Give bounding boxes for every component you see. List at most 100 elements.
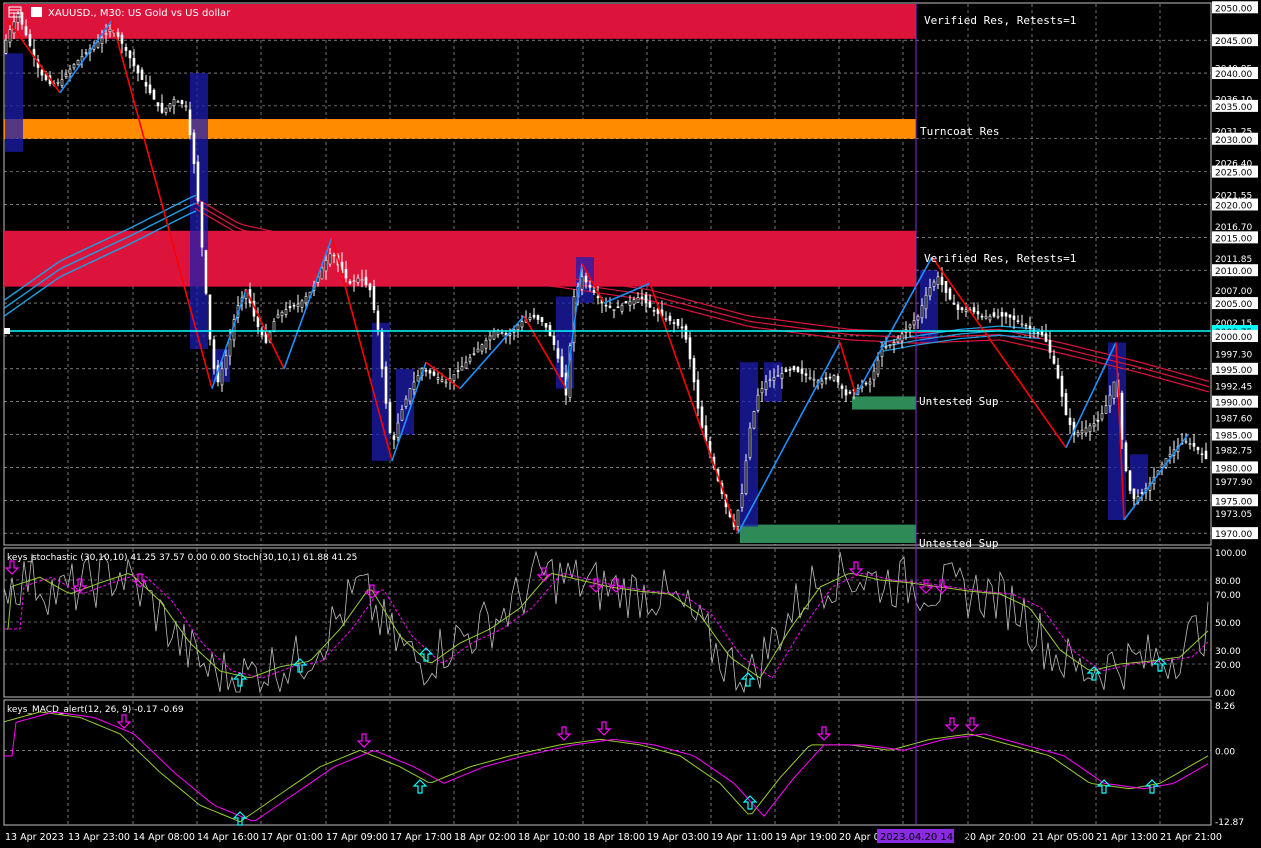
candle-body — [868, 381, 872, 385]
candle-body — [784, 369, 788, 372]
candle-body — [408, 388, 412, 402]
candle-body — [404, 398, 408, 407]
candle-body — [1020, 323, 1024, 326]
candle-body — [432, 371, 436, 376]
candle-body — [352, 280, 356, 283]
candle-body — [760, 388, 764, 394]
candle-body — [1080, 429, 1084, 434]
candle-body — [296, 303, 300, 307]
candle-body — [1048, 340, 1052, 353]
zone-label-verified-res-mid: Verified Res, Retests=1 — [924, 252, 1076, 265]
candle-body — [164, 107, 168, 113]
swing-box — [1130, 454, 1148, 494]
candle-body — [812, 378, 816, 381]
price-axis-label: 2011.85 — [1215, 255, 1252, 265]
price-axis-label: 1985.00 — [1215, 432, 1252, 442]
candle-body — [1084, 427, 1088, 434]
price-axis-label: 2010.00 — [1215, 267, 1252, 277]
price-axis-label: 1970.00 — [1215, 530, 1252, 540]
candle-body — [280, 311, 284, 317]
candle-body — [8, 29, 12, 43]
time-axis[interactable]: 13 Apr 2023 13 Apr 23:00 14 Apr 08:00 14 Ap… — [5, 832, 1222, 843]
candle-body — [1160, 463, 1164, 468]
candle-body — [388, 402, 392, 434]
zone-label-turncoat-res: Turncoat Res — [920, 125, 999, 138]
level-handle — [4, 328, 10, 335]
macd-axis-label: -12.87 — [1215, 818, 1244, 828]
candle-body — [1056, 364, 1060, 379]
candle-body — [372, 285, 376, 310]
candle-body — [908, 324, 912, 329]
zone-label-verified-res-top: Verified Res, Retests=1 — [924, 14, 1076, 27]
symbol-title: XAUUSD., M30: US Gold vs US dollar — [48, 8, 231, 19]
candle-body — [632, 299, 636, 305]
candle-body — [820, 380, 824, 385]
candle-body — [556, 348, 560, 359]
candle-body — [752, 411, 756, 429]
candle-body — [24, 26, 28, 36]
candle-body — [184, 105, 188, 108]
candle-body — [744, 460, 748, 494]
candle-body — [624, 301, 628, 304]
candle-body — [1192, 443, 1196, 447]
candle-body — [328, 253, 332, 265]
time-axis-label: 20 Apr 20:00 — [964, 832, 1026, 843]
candle-body — [128, 50, 132, 59]
flag-icon — [31, 7, 42, 17]
macd-axis-label: 0.00 — [1215, 747, 1235, 757]
candle-body — [640, 296, 644, 299]
candle-body — [332, 254, 336, 257]
candle-body — [16, 13, 20, 23]
candle-body — [188, 109, 192, 136]
candle-body — [140, 69, 144, 80]
swing-box — [5, 53, 23, 152]
candle-body — [756, 394, 760, 411]
price-axis-label: 2050.00 — [1215, 4, 1252, 14]
stoch-axis-label: 50.00 — [1215, 619, 1241, 629]
stoch-axis-label: 80.00 — [1215, 577, 1241, 587]
candle-body — [192, 132, 196, 165]
time-axis-label: 17 Apr 09:00 — [326, 832, 388, 843]
stoch-axis-label: 20.00 — [1215, 661, 1241, 671]
price-axis-label: 1990.00 — [1215, 399, 1252, 409]
candle-body — [616, 306, 620, 309]
candle-body — [928, 287, 932, 297]
candle-body — [936, 276, 940, 285]
candle-body — [356, 277, 360, 283]
candle-body — [664, 318, 668, 320]
candle-body — [304, 296, 308, 304]
candle-body — [956, 304, 960, 310]
candle-body — [204, 250, 208, 294]
price-axis-label: 2020.00 — [1215, 201, 1252, 211]
candle-body — [288, 306, 292, 309]
candle-body — [116, 32, 120, 38]
candle-body — [324, 260, 328, 272]
candle-body — [560, 356, 564, 377]
candle-body — [1184, 440, 1188, 443]
candle-body — [68, 68, 72, 74]
candle-body — [996, 315, 1000, 318]
candle-body — [464, 361, 468, 369]
candle-body — [604, 304, 608, 307]
candle-body — [580, 276, 584, 290]
price-axis-label: 2025.00 — [1215, 169, 1252, 179]
candle-body — [900, 333, 904, 342]
macd-title: keys_MACD_alert(12, 26, 9) -0.17 -0.69 — [7, 705, 184, 715]
price-axis-label: 2040.00 — [1215, 70, 1252, 80]
stoch-axis-label: 70.00 — [1215, 591, 1241, 601]
stochastic-title: keys_stochastic (30,10,10) 41.25 37.57 0… — [7, 553, 357, 563]
candle-body — [1076, 432, 1080, 436]
candle-body — [172, 99, 176, 107]
candle-body — [180, 100, 184, 104]
candle-body — [804, 373, 808, 376]
candle-body — [828, 376, 832, 379]
candle-body — [668, 315, 672, 321]
time-axis-label: 18 Apr 02:00 — [454, 832, 516, 843]
candle-body — [836, 375, 840, 383]
price-axis-label: 1975.00 — [1215, 497, 1252, 507]
candle-body — [1000, 312, 1004, 317]
candle-body — [960, 307, 964, 310]
candle-body — [588, 284, 592, 288]
candle-body — [400, 409, 404, 421]
trading-chart[interactable]: XAUUSD., M30: US Gold vs US dollar Verif… — [0, 0, 1261, 848]
